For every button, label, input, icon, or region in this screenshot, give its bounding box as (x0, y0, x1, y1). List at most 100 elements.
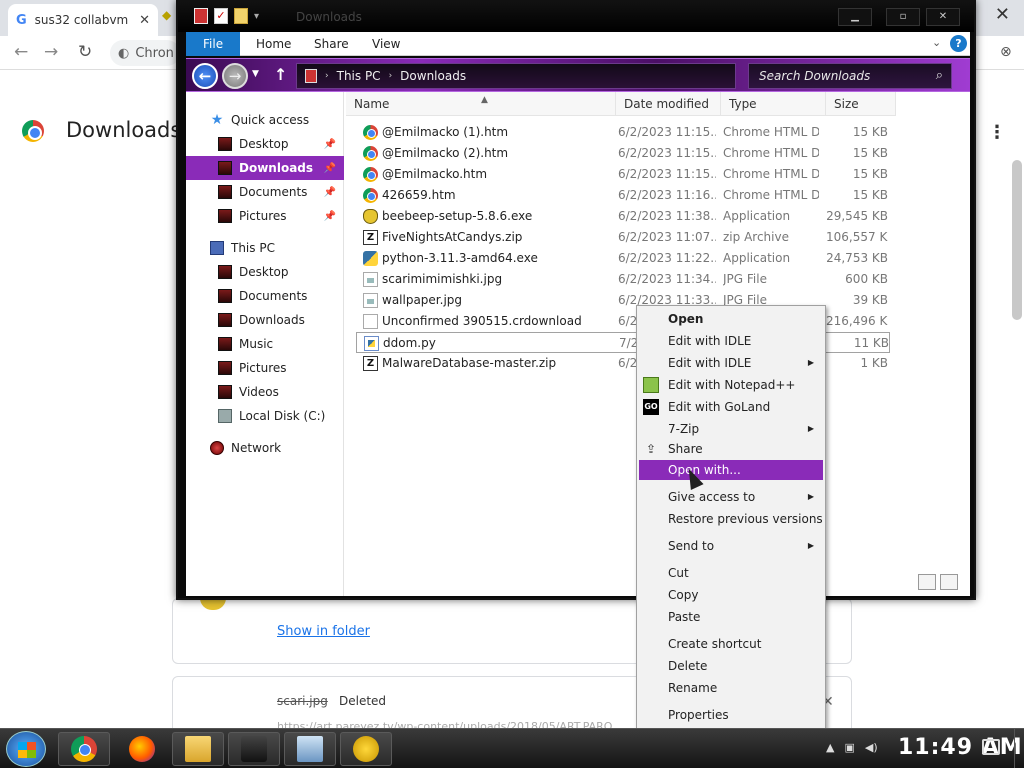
nav-network[interactable]: Network (186, 436, 344, 460)
menu-create-shortcut[interactable]: Create shortcut (639, 634, 823, 654)
show-hidden-icons-icon[interactable]: ▲ (826, 741, 834, 754)
taskbar-dark-app[interactable] (228, 732, 280, 766)
file-row[interactable]: scarimimimishki.jpg 6/2/2023 11:34... JP… (356, 269, 890, 290)
taskbar-firefox[interactable] (116, 732, 168, 766)
forward-arrow-icon[interactable]: → (44, 42, 58, 62)
nav-local-disk[interactable]: Local Disk (C:) (186, 404, 344, 428)
pin-icon[interactable]: 📌 (324, 211, 336, 222)
file-row[interactable]: @Emilmacko (2).htm 6/2/2023 11:15... Chr… (356, 143, 890, 164)
nav-desktop-pinned[interactable]: Desktop 📌 (186, 132, 344, 156)
show-in-folder-link[interactable]: Show in folder (277, 624, 370, 639)
close-tab-icon[interactable]: ✕ (139, 13, 150, 28)
tab-home[interactable]: Home (246, 32, 301, 56)
network-icon[interactable]: ▣ (844, 741, 854, 754)
page-scrollbar[interactable] (1012, 160, 1022, 320)
nav-music[interactable]: Music (186, 332, 344, 356)
tab-file[interactable]: File (186, 32, 241, 56)
large-icons-view-icon[interactable] (940, 574, 958, 590)
details-view-icon[interactable] (918, 574, 936, 590)
extension-icon[interactable]: ⊗ (1000, 44, 1012, 60)
menu-open-with[interactable]: Open with... (639, 460, 823, 480)
menu-restore-previous-versions[interactable]: Restore previous versions (639, 509, 823, 529)
file-row[interactable]: @Emilmacko (1).htm 6/2/2023 11:15... Chr… (356, 122, 890, 143)
menu-edit-with-idle[interactable]: Edit with IDLE (639, 331, 823, 351)
menu-edit-with-notepad-plus[interactable]: Edit with Notepad++ (639, 375, 823, 395)
properties-icon[interactable]: ✓ (214, 8, 228, 24)
help-icon[interactable]: ? (950, 35, 967, 52)
maximize-button[interactable]: ▫ (886, 8, 920, 26)
nav-pictures[interactable]: Pictures (186, 356, 344, 380)
menu-copy[interactable]: Copy (639, 585, 823, 605)
file-row[interactable]: Z FiveNightsAtCandys.zip 6/2/2023 11:07.… (356, 227, 890, 248)
taskbar-beebeep[interactable] (340, 732, 392, 766)
clock[interactable]: 11:49 AM (898, 735, 1023, 760)
nav-quick-access[interactable]: ★ Quick access (186, 108, 344, 132)
column-header-date[interactable]: Date modified (616, 92, 721, 116)
menu-properties[interactable]: Properties (639, 705, 823, 725)
forward-button[interactable]: → (222, 63, 248, 89)
menu-give-access-to[interactable]: Give access to ▶ (639, 487, 823, 507)
nav-downloads[interactable]: Downloads (186, 308, 344, 332)
breadcrumb-separator-icon[interactable]: › (325, 71, 329, 81)
breadcrumb-separator-icon[interactable]: › (389, 71, 393, 81)
nav-this-pc[interactable]: This PC (186, 236, 344, 260)
pin-icon[interactable]: 📌 (324, 163, 336, 174)
column-header-name[interactable]: Name ▲ (346, 92, 616, 116)
menu-edit-with-goland[interactable]: GO Edit with GoLand (639, 397, 823, 417)
notification-icon[interactable] (982, 739, 1000, 755)
taskbar-chrome[interactable] (58, 732, 110, 766)
nav-desktop[interactable]: Desktop (186, 260, 344, 284)
nav-pictures-pinned[interactable]: Pictures 📌 (186, 204, 344, 228)
file-row[interactable]: python-3.11.3-amd64.exe 6/2/2023 11:22..… (356, 248, 890, 269)
taskbar-monitor[interactable] (284, 732, 336, 766)
chrome-close-window-icon[interactable]: ✕ (995, 4, 1010, 25)
customize-toolbar-icon[interactable]: ▾ (254, 11, 259, 22)
second-tab-icon[interactable]: ◆ (162, 8, 176, 30)
menu-edit-with-idle-submenu[interactable]: Edit with IDLE ▶ (639, 353, 823, 373)
file-row[interactable]: 426659.htm 6/2/2023 11:16... Chrome HTML… (356, 185, 890, 206)
file-row[interactable]: @Emilmacko.htm 6/2/2023 11:15... Chrome … (356, 164, 890, 185)
menu-delete[interactable]: Delete (639, 656, 823, 676)
breadcrumb-this-pc[interactable]: This PC (337, 69, 381, 83)
explorer-app-icon[interactable] (194, 8, 208, 24)
menu-paste[interactable]: Paste (639, 607, 823, 627)
column-header-size[interactable]: Size (826, 92, 896, 116)
menu-open[interactable]: Open (639, 309, 823, 329)
up-arrow-icon[interactable]: ↑ (274, 65, 287, 84)
chrome-tab[interactable]: G sus32 collabvm ✕ (8, 4, 158, 36)
breadcrumb-downloads[interactable]: Downloads (400, 69, 466, 83)
taskbar-file-explorer[interactable] (172, 732, 224, 766)
explorer-title-bar[interactable]: ✓ ▾ Downloads ▁ ▫ ✕ (178, 2, 974, 32)
back-arrow-icon[interactable]: ← (14, 42, 28, 62)
more-options-icon[interactable]: ⋮ (988, 122, 1006, 143)
menu-7zip[interactable]: 7-Zip ▶ (639, 419, 823, 439)
new-folder-icon[interactable] (234, 8, 248, 24)
nav-documents-pinned[interactable]: Documents 📌 (186, 180, 344, 204)
tab-share[interactable]: Share (304, 32, 359, 56)
search-input[interactable]: Search Downloads ⌕ (748, 63, 952, 89)
search-icon[interactable]: ⌕ (936, 68, 943, 83)
show-desktop-button[interactable] (1014, 729, 1024, 768)
nav-documents[interactable]: Documents (186, 284, 344, 308)
pin-icon[interactable]: 📌 (324, 139, 336, 150)
menu-send-to[interactable]: Send to ▶ (639, 536, 823, 556)
start-button[interactable] (6, 731, 46, 767)
nav-videos[interactable]: Videos (186, 380, 344, 404)
file-row[interactable]: beebeep-setup-5.8.6.exe 6/2/2023 11:38..… (356, 206, 890, 227)
volume-icon[interactable]: ◀) (865, 741, 878, 754)
reload-icon[interactable]: ↻ (78, 42, 92, 62)
column-header-type[interactable]: Type (721, 92, 826, 116)
expand-ribbon-icon[interactable]: ⌄ (932, 36, 941, 49)
pin-icon[interactable]: 📌 (324, 187, 336, 198)
menu-cut[interactable]: Cut (639, 563, 823, 583)
recent-locations-icon[interactable]: ▼ (252, 69, 259, 79)
menu-share[interactable]: ⇪ Share (639, 439, 823, 459)
nav-downloads-pinned[interactable]: Downloads 📌 (186, 156, 344, 180)
tab-view[interactable]: View (362, 32, 410, 56)
menu-rename[interactable]: Rename (639, 678, 823, 698)
back-button[interactable]: ← (192, 63, 218, 89)
address-bar[interactable]: › This PC › Downloads (296, 63, 736, 89)
close-button[interactable]: ✕ (926, 8, 960, 26)
minimize-button[interactable]: ▁ (838, 8, 872, 26)
address-bar[interactable]: ◐ Chron (110, 40, 180, 66)
